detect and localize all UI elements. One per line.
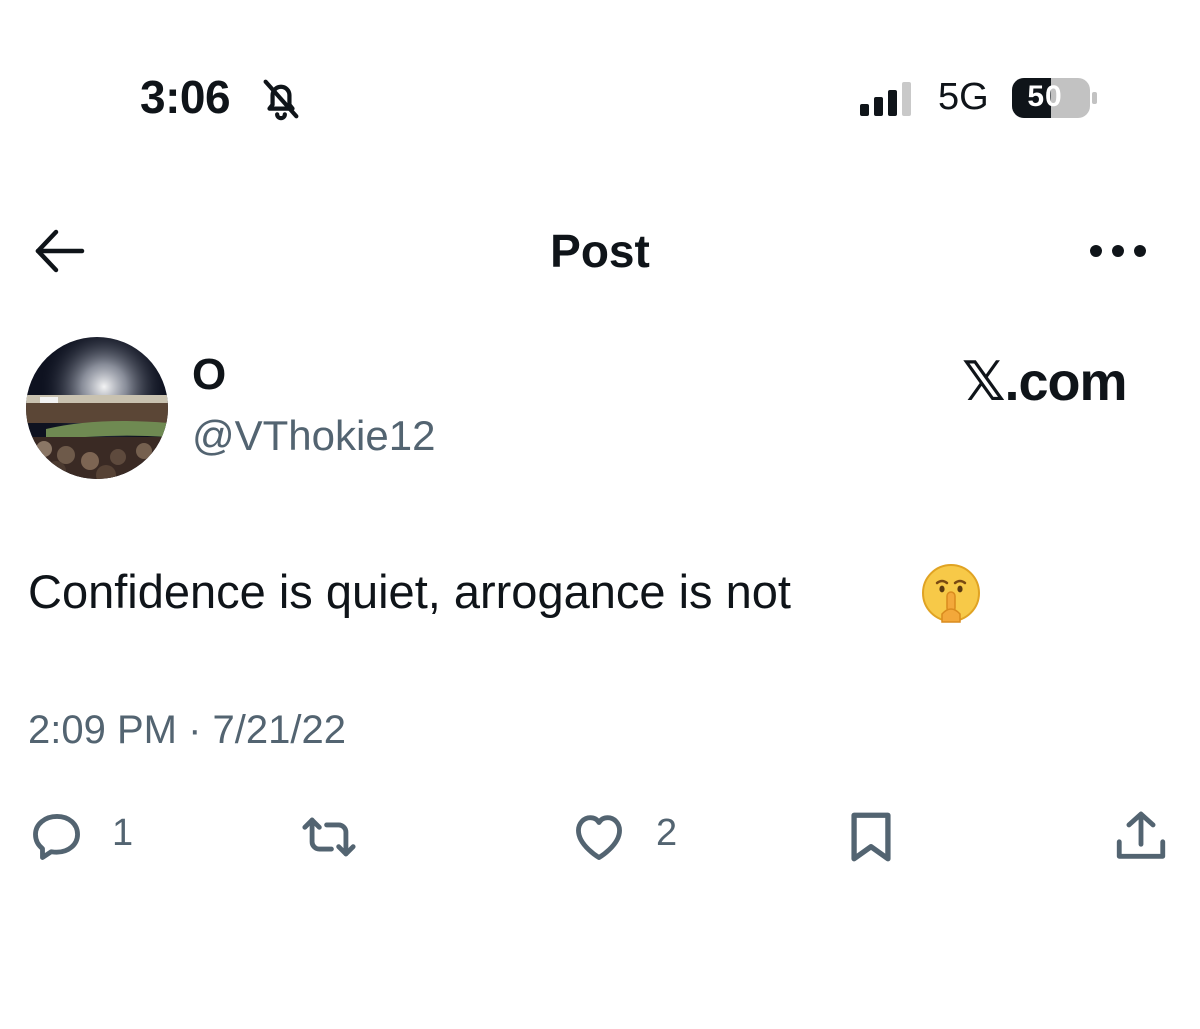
bookmark-button[interactable]: [842, 808, 900, 868]
battery-level: 50: [1027, 80, 1063, 113]
more-icon[interactable]: [1088, 236, 1148, 266]
status-time: 3:06: [140, 71, 231, 123]
reply-count: 1: [112, 812, 134, 854]
reply-icon: [33, 814, 80, 860]
back-arrow-icon[interactable]: [32, 226, 86, 276]
shushing-face-emoji: [922, 564, 980, 623]
post-text: Confidence is quiet, arrogance is not: [28, 565, 791, 618]
author-handle[interactable]: @VThokie12: [192, 412, 435, 460]
share-icon: [1116, 811, 1166, 859]
post-timestamp[interactable]: 2:09 PM · 7/21/22: [28, 708, 346, 753]
like-count: 2: [656, 812, 678, 854]
bell-slash-icon: [263, 79, 299, 121]
signal-icon: [860, 82, 911, 116]
repost-button[interactable]: [300, 808, 358, 868]
avatar[interactable]: [26, 337, 168, 479]
stadium-photo: [26, 337, 168, 479]
brand-logo: 𝕏.com: [962, 352, 1128, 412]
network-label: 5G: [938, 76, 989, 118]
author-display-name[interactable]: O: [192, 350, 226, 400]
like-button[interactable]: [570, 808, 628, 868]
reply-button[interactable]: [28, 808, 86, 868]
like-icon: [576, 815, 622, 860]
share-button[interactable]: [1112, 808, 1170, 868]
repost-icon: [302, 817, 356, 857]
page-title: Post: [550, 225, 650, 277]
bookmark-icon: [851, 812, 891, 862]
